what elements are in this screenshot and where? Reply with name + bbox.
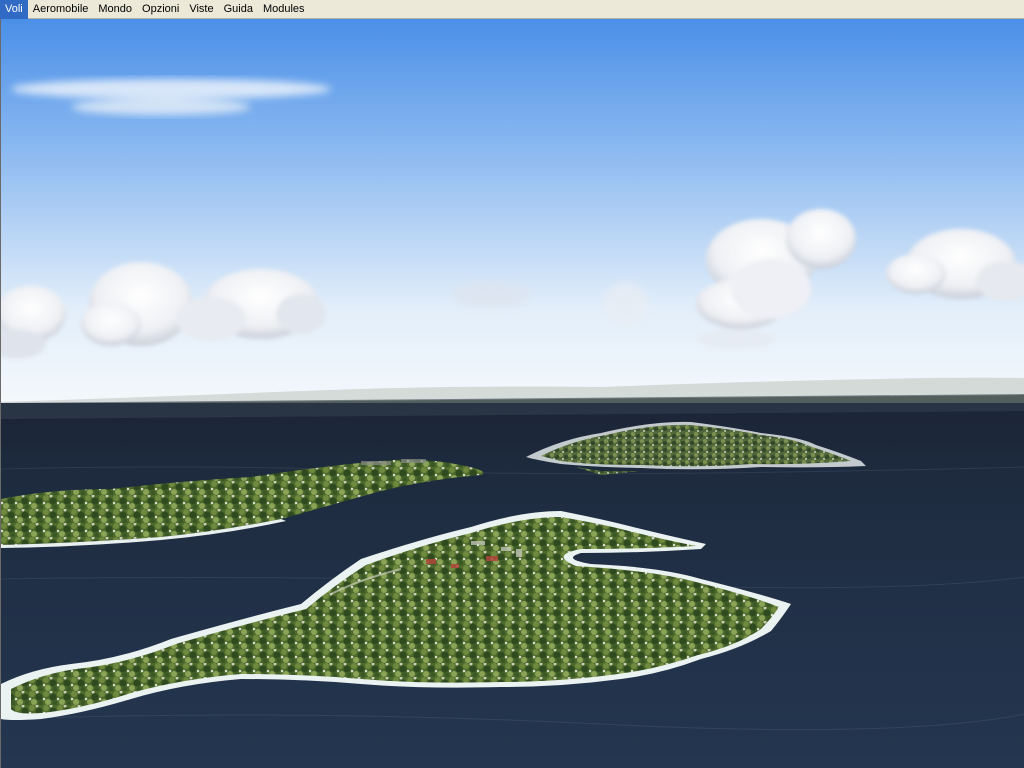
menu-mondo[interactable]: Mondo: [93, 0, 137, 19]
menu-guida[interactable]: Guida: [219, 0, 258, 19]
flight-view[interactable]: [0, 19, 1024, 768]
menu-voli[interactable]: Voli: [0, 0, 28, 19]
menu-modules[interactable]: Modules: [258, 0, 310, 19]
menu-bar: Voli Aeromobile Mondo Opzioni Viste Guid…: [0, 0, 1024, 19]
menu-viste[interactable]: Viste: [184, 0, 218, 19]
menu-opzioni[interactable]: Opzioni: [137, 0, 184, 19]
scenery-render: [1, 19, 1024, 768]
menu-aeromobile[interactable]: Aeromobile: [28, 0, 94, 19]
